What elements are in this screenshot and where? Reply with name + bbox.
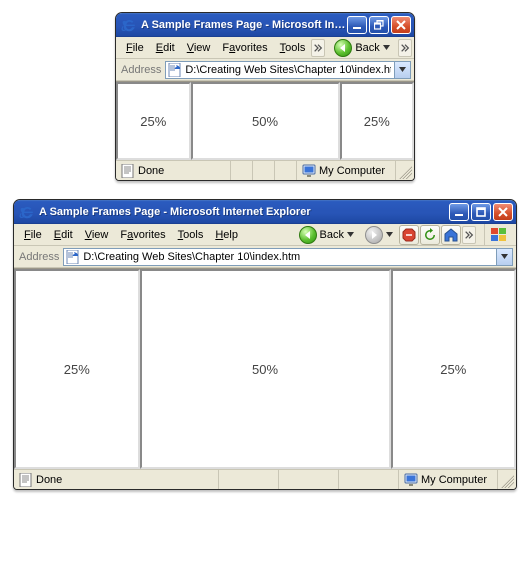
page-icon — [168, 63, 182, 77]
back-icon — [299, 226, 317, 244]
address-url: D:\Creating Web Sites\Chapter 10\index.h… — [83, 251, 493, 263]
resize-grip[interactable] — [396, 163, 412, 179]
minimize-button[interactable] — [449, 203, 469, 221]
back-label: Back — [320, 229, 344, 241]
status-pane-4 — [339, 470, 399, 489]
address-url: D:\Creating Web Sites\Chapter 10\index.h… — [185, 64, 391, 76]
my-computer-icon — [404, 473, 418, 487]
status-pane-4 — [275, 161, 297, 180]
title-bar[interactable]: A Sample Frames Page - Microsoft Intern.… — [116, 13, 414, 37]
security-zone-pane: My Computer — [399, 470, 498, 489]
address-dropdown-button[interactable] — [394, 61, 410, 79]
menu-view[interactable]: View — [181, 40, 217, 56]
status-pane-2 — [219, 470, 279, 489]
address-label: Address — [119, 64, 161, 76]
status-pane-3 — [253, 161, 275, 180]
menu-edit[interactable]: Edit — [48, 227, 79, 243]
status-bar: Done My Computer — [14, 469, 516, 489]
close-button[interactable] — [493, 203, 513, 221]
address-field[interactable]: D:\Creating Web Sites\Chapter 10\index.h… — [165, 61, 411, 79]
throbber-flag-icon — [484, 224, 512, 246]
menu-tools[interactable]: Tools — [172, 227, 210, 243]
document-icon — [19, 473, 33, 487]
toolbar-overflow-button[interactable] — [398, 39, 412, 57]
back-dropdown-icon[interactable] — [347, 231, 354, 238]
ie-app-icon — [121, 17, 137, 33]
address-bar: Address D:\Creating Web Sites\Chapter 10… — [14, 246, 516, 268]
close-button[interactable] — [391, 16, 411, 34]
address-field[interactable]: D:\Creating Web Sites\Chapter 10\index.h… — [63, 248, 513, 266]
title-bar[interactable]: A Sample Frames Page - Microsoft Interne… — [14, 200, 516, 224]
menu-bar: File Edit View Favorites Tools Back — [116, 37, 414, 59]
forward-button[interactable] — [360, 225, 398, 245]
restore-button[interactable] — [369, 16, 389, 34]
minimize-button[interactable] — [347, 16, 367, 34]
zone-text: My Computer — [421, 474, 487, 486]
window-title: A Sample Frames Page - Microsoft Intern.… — [141, 19, 347, 31]
window-title: A Sample Frames Page - Microsoft Interne… — [39, 206, 449, 218]
browser-window-small: A Sample Frames Page - Microsoft Intern.… — [115, 12, 415, 181]
address-bar: Address D:\Creating Web Sites\Chapter 10… — [116, 59, 414, 81]
document-icon — [121, 164, 135, 178]
browser-window-large: A Sample Frames Page - Microsoft Interne… — [13, 199, 517, 490]
back-button[interactable]: Back — [294, 225, 359, 245]
maximize-button[interactable] — [471, 203, 491, 221]
content-area: 25% 50% 25% — [116, 81, 414, 160]
back-label: Back — [355, 42, 379, 54]
status-pane-2 — [231, 161, 253, 180]
address-label: Address — [17, 251, 59, 263]
zone-text: My Computer — [319, 165, 385, 177]
frameset: 25% 50% 25% — [116, 82, 414, 160]
my-computer-icon — [302, 164, 316, 178]
frameset: 25% 50% 25% — [14, 269, 516, 469]
frame-center: 50% — [140, 269, 391, 469]
menu-file[interactable]: File — [120, 40, 150, 56]
menu-bar: File Edit View Favorites Tools Help Back — [14, 224, 516, 246]
address-dropdown-button[interactable] — [496, 248, 512, 266]
menu-edit[interactable]: Edit — [150, 40, 181, 56]
content-area: 25% 50% 25% — [14, 268, 516, 469]
status-text: Done — [138, 165, 164, 177]
menu-favorites[interactable]: Favorites — [114, 227, 171, 243]
back-icon — [334, 39, 352, 57]
menu-view[interactable]: View — [79, 227, 115, 243]
toolbar-overflow-button[interactable] — [462, 226, 476, 244]
home-button[interactable] — [441, 225, 461, 245]
stop-button[interactable] — [399, 225, 419, 245]
status-pane-3 — [279, 470, 339, 489]
security-zone-pane: My Computer — [297, 161, 396, 180]
frame-left: 25% — [116, 82, 191, 160]
back-dropdown-icon[interactable] — [383, 44, 390, 51]
ie-app-icon — [19, 204, 35, 220]
page-icon — [66, 250, 80, 264]
refresh-button[interactable] — [420, 225, 440, 245]
frame-center: 50% — [191, 82, 340, 160]
frame-right: 25% — [391, 269, 517, 469]
back-button[interactable]: Back — [329, 38, 394, 58]
menu-file[interactable]: File — [18, 227, 48, 243]
status-message-pane: Done — [14, 470, 219, 489]
forward-icon — [365, 226, 383, 244]
menu-help[interactable]: Help — [209, 227, 244, 243]
status-text: Done — [36, 474, 62, 486]
menu-favorites[interactable]: Favorites — [216, 40, 273, 56]
menu-tools[interactable]: Tools — [274, 40, 312, 56]
frame-left: 25% — [14, 269, 140, 469]
status-message-pane: Done — [116, 161, 231, 180]
resize-grip[interactable] — [498, 472, 514, 488]
frame-right: 25% — [340, 82, 415, 160]
status-bar: Done My Computer — [116, 160, 414, 180]
forward-dropdown-icon[interactable] — [386, 231, 393, 238]
menu-overflow-button[interactable] — [311, 39, 325, 57]
